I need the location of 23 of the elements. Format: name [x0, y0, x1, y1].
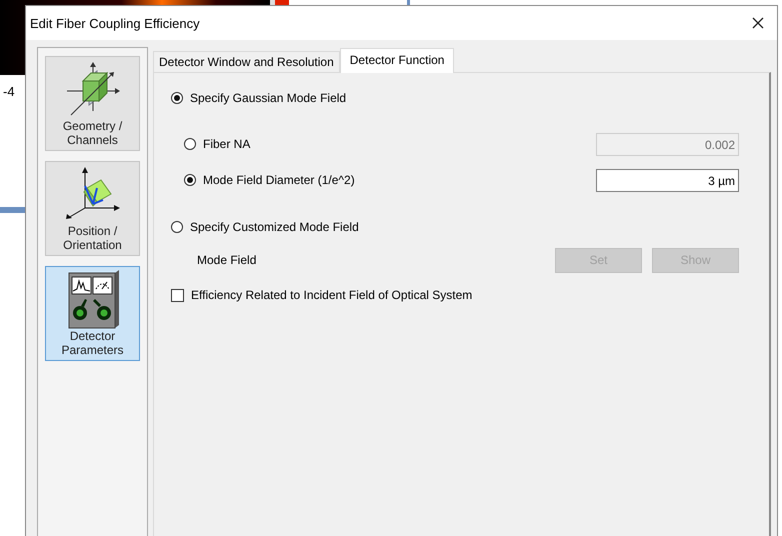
sidebar-item[interactable]: Position / Orientation	[45, 161, 140, 256]
axis-label: -4	[3, 84, 15, 99]
checkbox-label: Efficiency Related to Incident Field of Optical System	[191, 288, 472, 302]
tab[interactable]: Detector Window and Resolution	[153, 51, 340, 72]
sidebar-item[interactable]: Detector Parameters	[45, 266, 140, 361]
checkbox[interactable]	[171, 288, 184, 302]
input-field[interactable]: 3 µm	[596, 168, 739, 192]
window-title: Edit Fiber Coupling Efficiency	[30, 16, 200, 30]
option-label: Fiber NA	[203, 137, 250, 151]
sidebar-label: Geometry / Channels	[62, 119, 124, 147]
option-label: Specify Gaussian Mode Field	[190, 91, 346, 105]
sidebar-label: Detector Parameters	[60, 329, 125, 357]
radio-button[interactable]	[171, 221, 183, 233]
sidebar-item[interactable]: Geometry / Channels	[45, 56, 140, 151]
radio-button[interactable]	[184, 174, 196, 186]
option-label: Mode Field Diameter (1/e^2)	[203, 173, 355, 187]
mode-field-label: Mode Field	[197, 253, 256, 267]
close-icon[interactable]	[752, 17, 764, 29]
sidebar-label: Position / Orientation	[62, 224, 123, 252]
window-edge	[0, 207, 25, 213]
option-label: Specify Customized Mode Field	[190, 220, 359, 234]
tab[interactable]: Detector Function	[340, 48, 454, 73]
radio-button[interactable]	[171, 92, 183, 104]
